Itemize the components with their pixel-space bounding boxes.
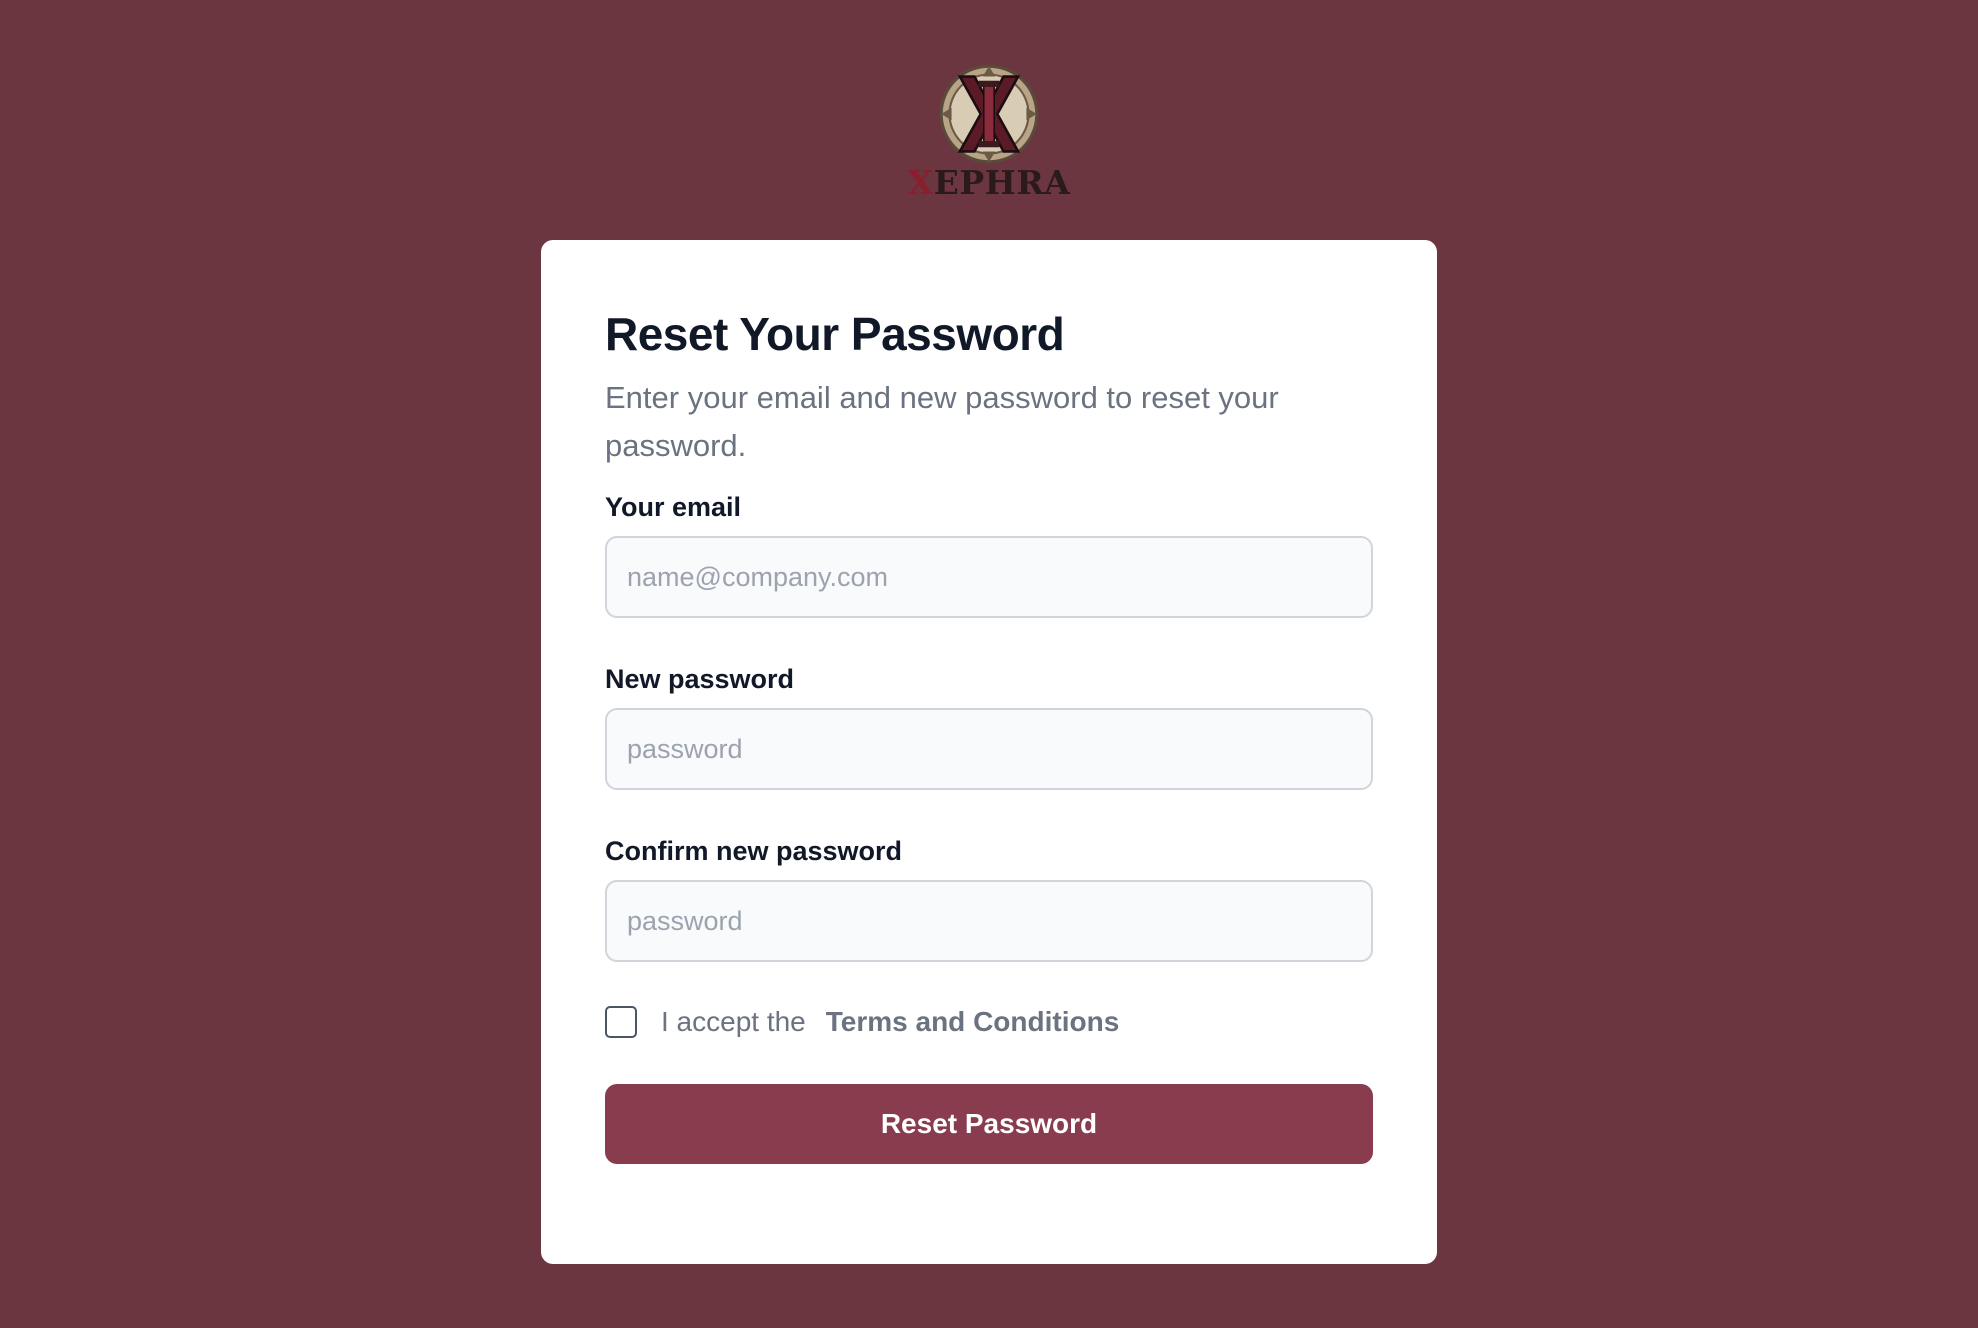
new-password-field-group: New password <box>605 662 1373 790</box>
reset-password-card: Reset Your Password Enter your email and… <box>541 240 1437 1264</box>
terms-row: I accept the Terms and Conditions <box>605 1004 1373 1040</box>
confirm-password-input[interactable] <box>605 880 1373 962</box>
brand-logo: XEPHRA <box>0 62 1978 200</box>
crossed-x-emblem-icon <box>939 64 1039 164</box>
terms-checkbox[interactable] <box>605 1006 637 1038</box>
email-label: Your email <box>605 492 742 522</box>
new-password-input[interactable] <box>605 708 1373 790</box>
brand-name-initial: X <box>907 163 934 202</box>
brand-name: XEPHRA <box>908 166 1071 200</box>
confirm-password-field-group: Confirm new password <box>605 834 1373 962</box>
brand-name-rest: EPHRA <box>933 163 1071 202</box>
reset-password-button[interactable]: Reset Password <box>605 1084 1373 1164</box>
confirm-password-label: Confirm new password <box>605 836 903 866</box>
new-password-label: New password <box>605 664 795 694</box>
terms-prefix-text: I accept the <box>661 1006 806 1037</box>
page-subtitle: Enter your email and new password to res… <box>605 380 1279 463</box>
page-title: Reset Your Password <box>605 308 1065 360</box>
email-input[interactable] <box>605 536 1373 618</box>
terms-and-conditions-link[interactable]: Terms and Conditions <box>826 1006 1120 1038</box>
email-field-group: Your email <box>605 490 1373 618</box>
